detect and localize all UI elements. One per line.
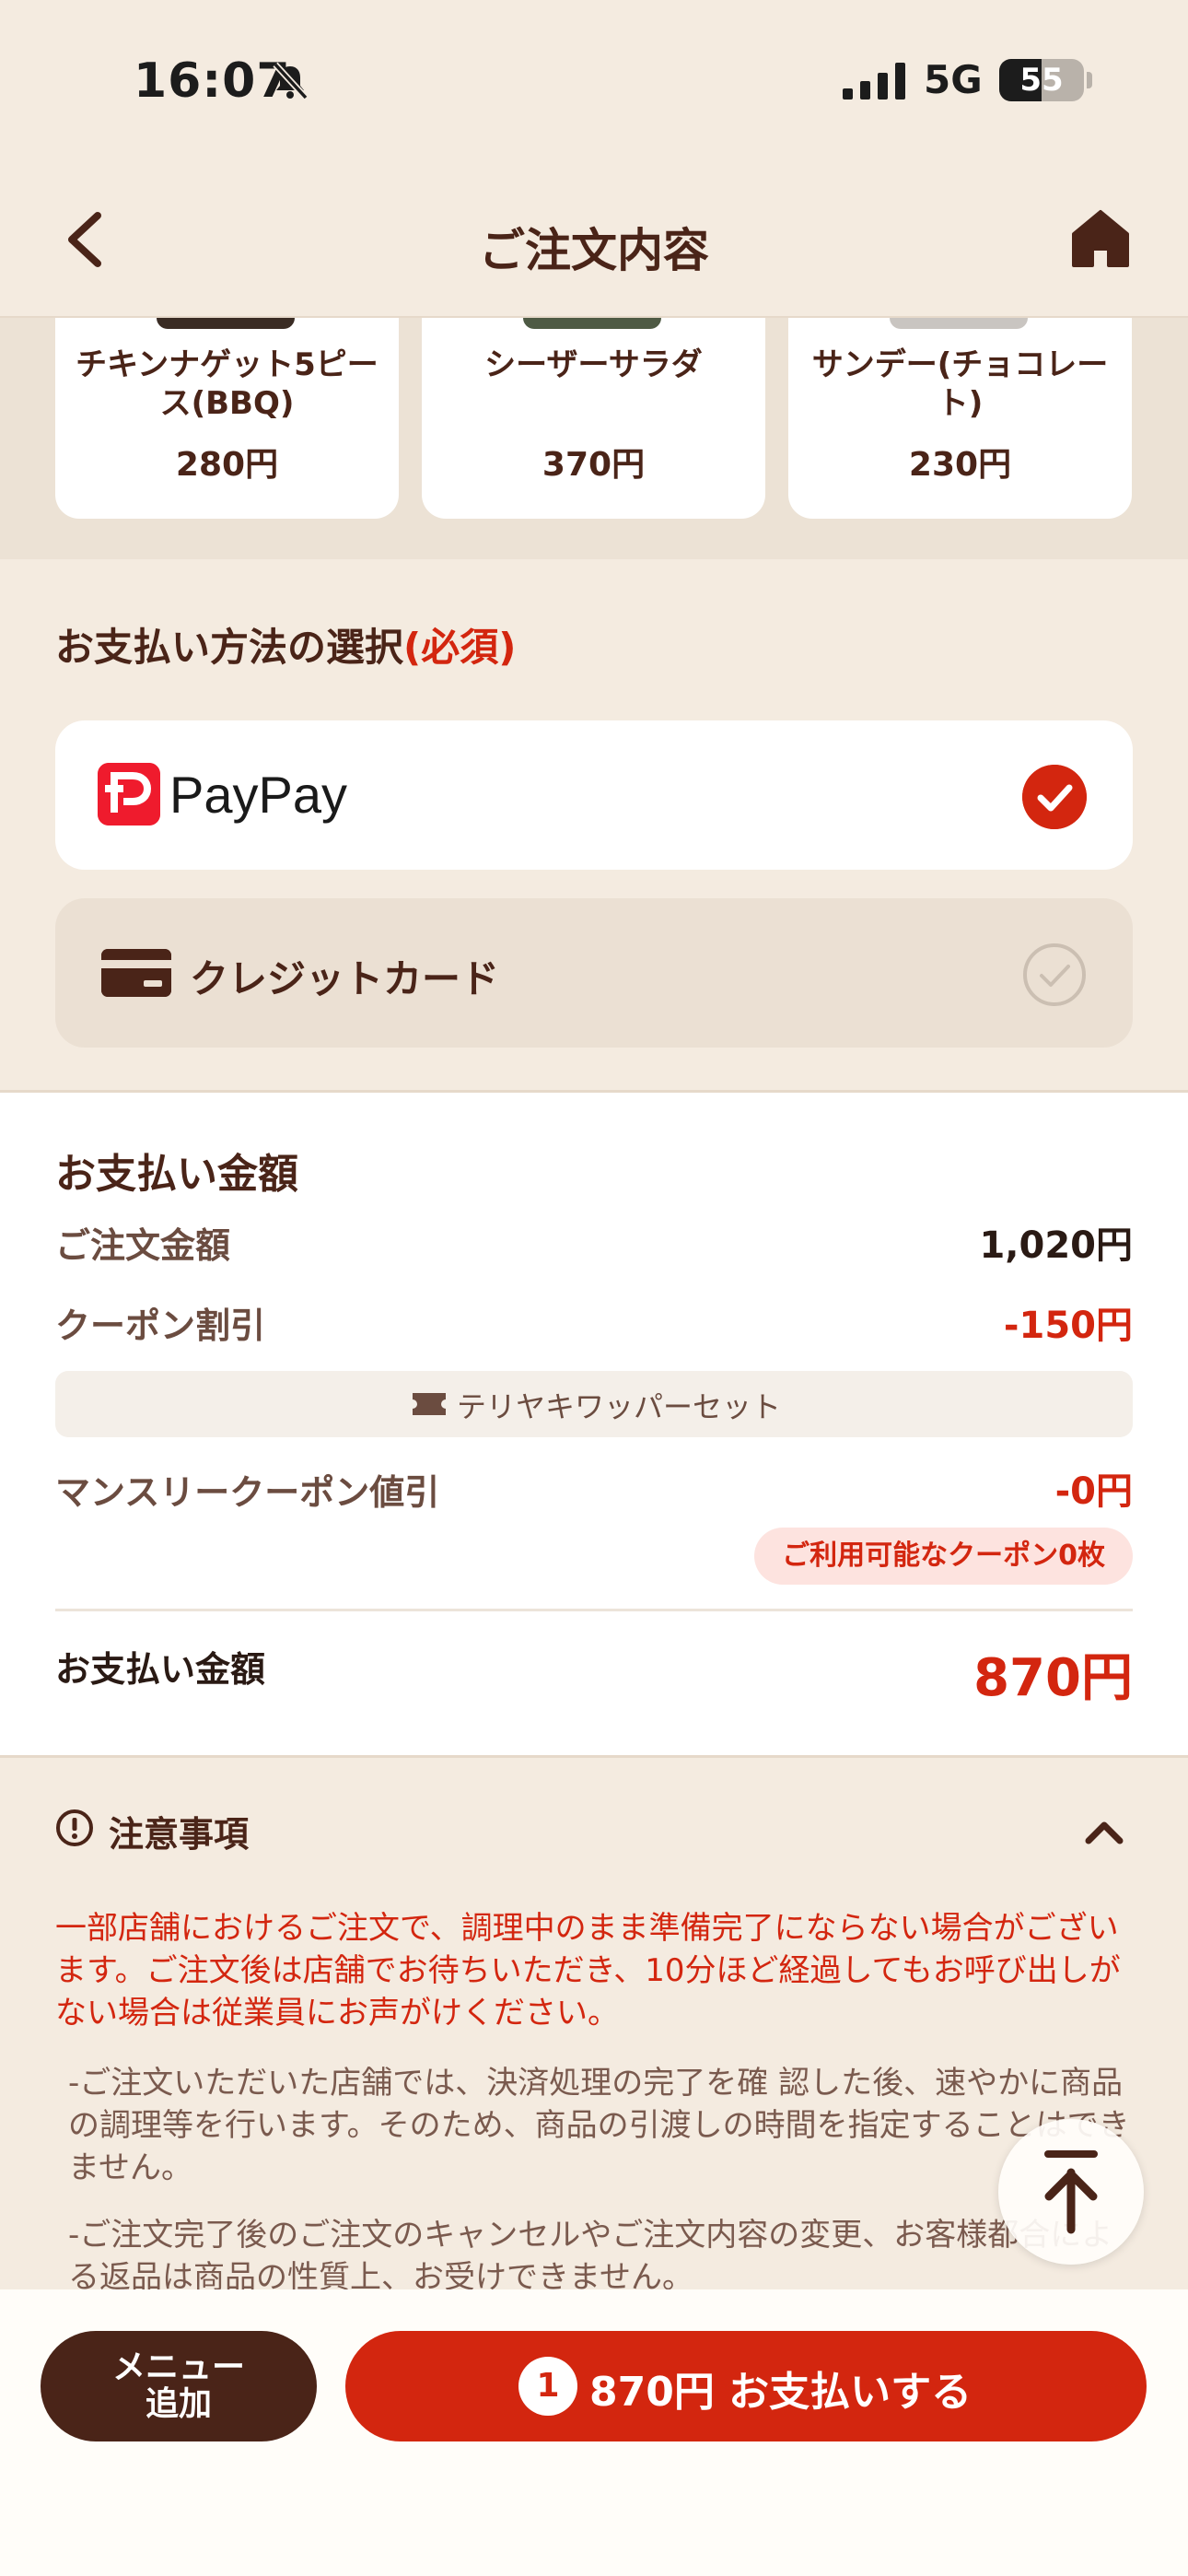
credit-card-icon: [101, 949, 171, 997]
selected-check-icon: [1022, 765, 1087, 829]
unselected-check-icon: [1023, 943, 1086, 1006]
recommend-card-nuggets[interactable]: チキンナゲット5ピース(BBQ) 280円: [55, 318, 399, 519]
order-amount-value: 1,020円: [979, 1224, 1133, 1267]
recommend-items: チキンナゲット5ピース(BBQ) 280円 シーザーサラダ 370円 サンデー(…: [0, 318, 1188, 559]
notice-item: -ご注文いただいた店舗では、決済処理の完了を確 認した後、速やかに商品の調理等を…: [68, 2065, 1130, 2186]
product-price: 370円: [542, 446, 646, 484]
applied-coupon: テリヤキワッパーセット: [55, 1371, 1133, 1437]
payment-option-paypay[interactable]: PayPay: [55, 720, 1133, 870]
ticket-icon: [413, 1393, 446, 1415]
home-icon[interactable]: [1068, 206, 1133, 271]
network-type: 5G: [924, 57, 983, 102]
scroll-to-top-button[interactable]: [998, 2119, 1144, 2265]
cart-count-badge: 1: [518, 2357, 577, 2416]
product-price: 230円: [908, 446, 1012, 484]
divider: [55, 1609, 1133, 1611]
payment-method-section: お支払い方法の選択(必須) PayPay クレジットカード: [0, 559, 1188, 1090]
bottom-action-bar: メニュー追加 1 870円 お支払いする: [0, 2289, 1188, 2576]
add-menu-label: メニュー追加: [111, 2348, 245, 2423]
battery-tip: [1087, 72, 1092, 88]
product-image: [890, 318, 1028, 329]
pay-button[interactable]: 1 870円 お支払いする: [345, 2331, 1147, 2441]
product-price: 280円: [175, 446, 279, 484]
status-bar: 16:07 5G 55: [0, 0, 1188, 166]
monthly-coupon-value: -0円: [1054, 1470, 1133, 1513]
product-name: チキンナゲット5ピース(BBQ): [76, 346, 379, 422]
payment-heading: お支払い方法の選択(必須): [55, 616, 516, 673]
coupon-name: テリヤキワッパーセット: [457, 1389, 782, 1424]
available-coupons-badge[interactable]: ご利用可能なクーポン0枚: [754, 1528, 1133, 1585]
total-amount-label: お支払い金額: [55, 1649, 266, 1690]
header: ご注文内容: [0, 166, 1188, 318]
payment-option-credit-card[interactable]: クレジットカード: [55, 898, 1133, 1048]
order-amount-label: ご注文金額: [55, 1225, 231, 1266]
notice-warning: 一部店舗におけるご注文で、調理中のまま準備完了にならない場合がございます。ご注文…: [55, 1910, 1121, 2032]
chevron-up-icon[interactable]: [1083, 1819, 1125, 1846]
monthly-coupon-label: マンスリークーポン値引: [55, 1472, 440, 1513]
product-image: [523, 318, 661, 329]
payment-amount-section: お支払い金額 ご注文金額 1,020円 クーポン割引 -150円 テリヤキワッパ…: [0, 1090, 1188, 1755]
notice-title: 注意事項: [109, 1814, 250, 1855]
total-amount-value: 870円: [973, 1648, 1133, 1708]
bell-slash-icon: [273, 62, 309, 100]
product-image: [157, 318, 295, 329]
notice-item: -ご注文完了後のご注文のキャンセルやご注文内容の変更、お客様都合による返品は商品…: [68, 2217, 1113, 2296]
recommend-card-sundae[interactable]: サンデー(チョコレート) 230円: [788, 318, 1132, 519]
coupon-discount-value: -150円: [1003, 1305, 1133, 1347]
paypay-label: PayPay: [169, 766, 347, 824]
credit-card-label: クレジットカード: [190, 956, 500, 1001]
battery-icon: 55: [999, 59, 1084, 101]
battery-level: 55: [1019, 62, 1064, 99]
product-name: サンデー(チョコレート): [811, 346, 1109, 422]
coupon-discount-label: クーポン割引: [55, 1306, 266, 1346]
status-time: 16:07: [134, 53, 291, 109]
required-label: (必須): [403, 625, 517, 670]
page-title: ご注文内容: [479, 224, 709, 277]
arrow-up-icon: [1044, 2150, 1098, 2234]
paypay-logo-icon: [98, 763, 160, 825]
payment-heading-text: お支払い方法の選択: [55, 625, 404, 670]
add-menu-button[interactable]: メニュー追加: [41, 2331, 317, 2441]
product-name: シーザーサラダ: [484, 346, 703, 383]
pay-button-label: 870円 お支払いする: [589, 2369, 973, 2416]
amount-heading: お支払い金額: [55, 1151, 298, 1198]
alert-circle-icon: [56, 1809, 93, 1846]
recommend-card-salad[interactable]: シーザーサラダ 370円: [422, 318, 765, 519]
cellular-signal-icon: [843, 63, 905, 100]
